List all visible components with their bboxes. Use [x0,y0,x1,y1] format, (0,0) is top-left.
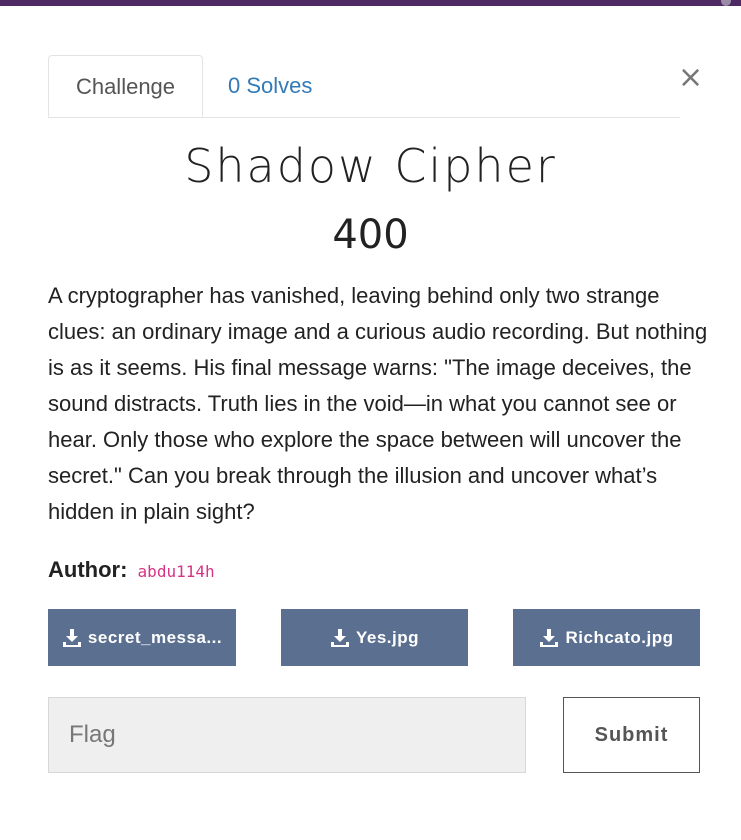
tab-challenge[interactable]: Challenge [48,55,203,117]
file-name: Richcato.jpg [565,627,674,647]
download-icon [330,628,349,647]
challenge-points: 400 [332,212,409,258]
challenge-description: A cryptographer has vanished, leaving be… [48,283,708,524]
download-icon [540,628,559,647]
author-name: abdu114h [137,562,215,581]
download-icon [62,628,81,647]
file-name: Yes.jpg [355,627,420,647]
submit-button[interactable]: Submit [563,697,700,773]
close-icon[interactable]: × [678,60,703,95]
challenge-title: Shadow Cipher [184,139,557,193]
download-file-button[interactable]: secret_messa... [48,609,236,666]
tab-solves[interactable]: 0 Solves [204,55,336,117]
download-file-button[interactable]: Yes.jpg [281,609,468,666]
download-file-button[interactable]: Richcato.jpg [513,609,700,666]
author-label: Author: [48,557,128,582]
author-line: Author: abdu114h [48,557,215,583]
challenge-tabs: Challenge 0 Solves [48,55,680,118]
flag-input[interactable] [48,697,526,773]
file-name: secret_messa... [87,627,223,647]
challenge-modal: Challenge 0 Solves × Shadow Cipher 400 A… [0,6,741,840]
